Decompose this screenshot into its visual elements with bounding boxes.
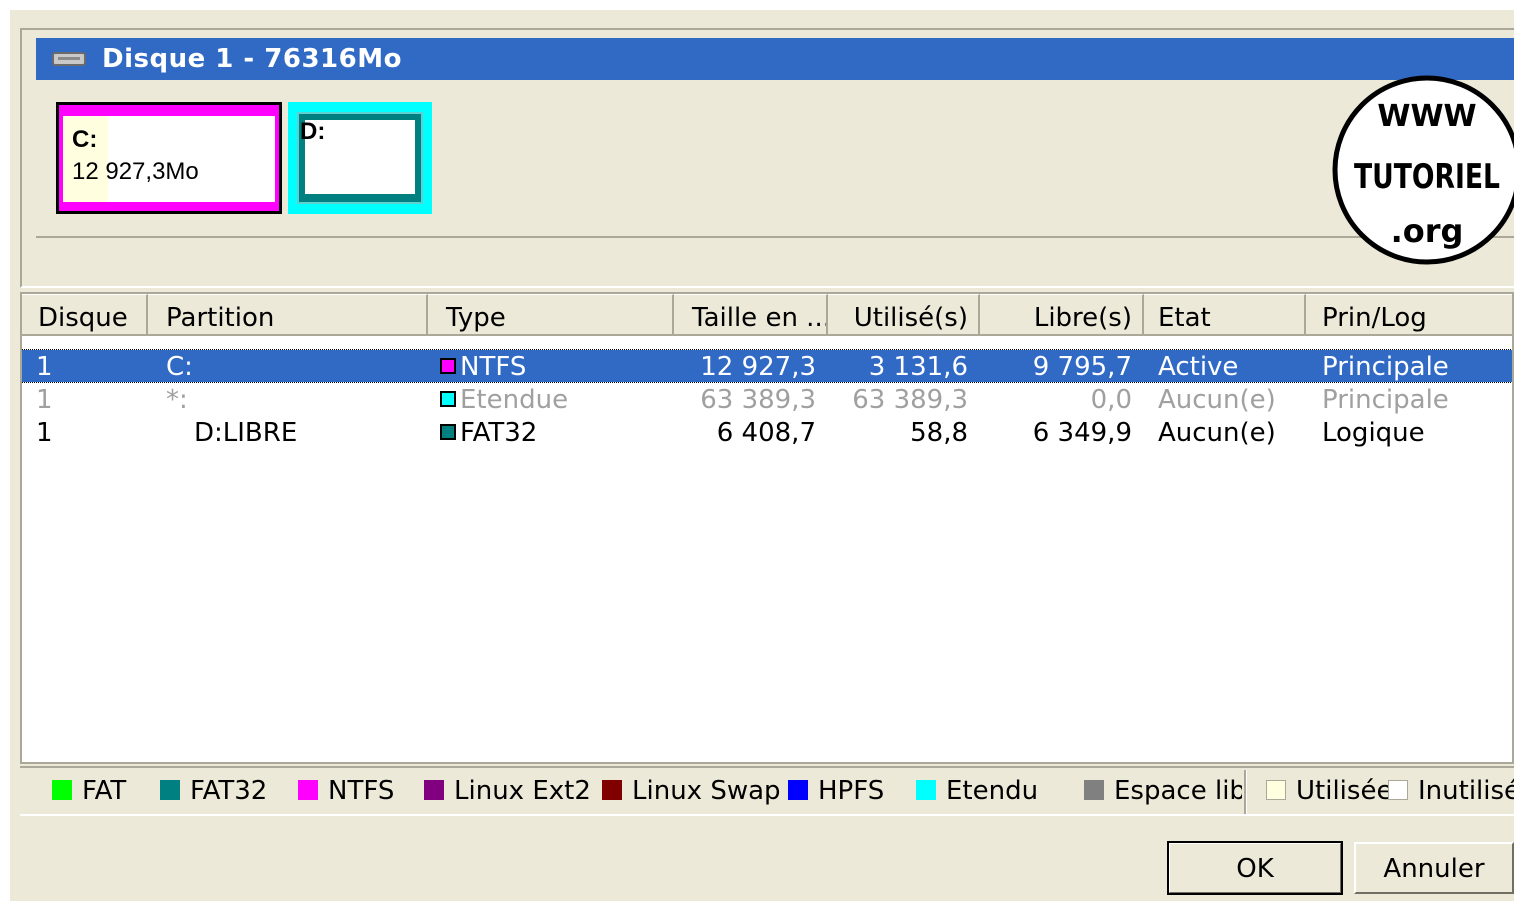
cell-type: Etendue (440, 385, 568, 415)
cell-taille: 63 389,3 (700, 385, 816, 415)
cell-prinlog: Logique (1322, 418, 1425, 448)
disk-partition-map: C: 12 927,3Mo D: (36, 80, 1514, 238)
disk-map-panel: Disque 1 - 76316Mo C: 12 927,3Mo D: (20, 28, 1514, 288)
cell-etat: Active (1158, 352, 1239, 382)
legend-divider (1244, 770, 1247, 814)
legend-item-unused: Inutilisée (1388, 776, 1514, 806)
cell-utilise: 58,8 (910, 418, 968, 448)
column-header-type[interactable]: Type (428, 294, 674, 336)
type-color-swatch (440, 357, 456, 374)
cell-type: FAT32 (440, 418, 537, 448)
cell-disque: 1 (36, 352, 53, 382)
legend-item-fat32: FAT32 (160, 776, 267, 806)
cell-etat: Aucun(e) (1158, 418, 1276, 448)
table-row[interactable]: 1 *: Etendue 63 389,3 63 389,3 0,0 Aucun… (22, 383, 1512, 415)
cell-prinlog: Principale (1322, 352, 1449, 382)
column-header-taille[interactable]: Taille en ... (674, 294, 828, 336)
cell-taille: 12 927,3 (700, 352, 816, 382)
column-header-partition[interactable]: Partition (148, 294, 428, 336)
cell-partition: C: (166, 352, 193, 382)
cell-etat: Aucun(e) (1158, 385, 1276, 415)
partition-letter: C: (72, 126, 98, 153)
linux-ext2-color-swatch (424, 779, 444, 800)
legend-item-free-space: Espace libr (1084, 776, 1242, 806)
column-header-libre[interactable]: Libre(s) (980, 294, 1144, 336)
table-row[interactable]: 1 D:LIBRE FAT32 6 408,7 58,8 6 349,9 Auc… (22, 416, 1512, 448)
partition-block-c[interactable]: C: 12 927,3Mo (56, 102, 282, 214)
cell-utilise: 63 389,3 (852, 385, 968, 415)
partition-list[interactable]: Disque Partition Type Taille en ... Util… (20, 292, 1514, 764)
cell-utilise: 3 131,6 (868, 352, 968, 382)
partition-block-d[interactable]: D: (288, 102, 432, 214)
disk-header: Disque 1 - 76316Mo (36, 38, 1514, 80)
cancel-button[interactable]: Annuler (1354, 842, 1514, 894)
unused-color-swatch (1388, 779, 1408, 800)
type-color-swatch (440, 390, 456, 407)
disk-title: Disque 1 - 76316Mo (102, 44, 402, 74)
column-header-utilise[interactable]: Utilisé(s) (828, 294, 980, 336)
legend-item-hpfs: HPFS (788, 776, 884, 806)
cell-partition: *: (166, 385, 188, 415)
table-row[interactable]: 1 C: NTFS 12 927,3 3 131,6 9 795,7 Activ… (22, 349, 1512, 383)
cell-libre: 0,0 (1090, 385, 1132, 415)
partition-size: 12 927,3Mo (72, 158, 199, 185)
legend-item-fat: FAT (52, 776, 126, 806)
cell-disque: 1 (36, 385, 53, 415)
hard-disk-icon (52, 52, 86, 66)
etendu-color-swatch (916, 779, 936, 800)
tutoriel-watermark-logo: WWW TUTORIEL .org (1332, 75, 1514, 265)
svg-text:WWW: WWW (1377, 99, 1476, 134)
partition-letter: D: (300, 118, 326, 145)
column-header-disque[interactable]: Disque (22, 294, 148, 336)
cell-partition: D:LIBRE (194, 418, 298, 448)
svg-text:TUTORIEL: TUTORIEL (1354, 157, 1500, 197)
type-color-swatch (440, 423, 456, 440)
column-header-prinlog[interactable]: Prin/Log (1306, 294, 1512, 336)
legend-item-linux-swap: Linux Swap (602, 776, 781, 806)
cell-type: NTFS (440, 352, 526, 382)
fat-color-swatch (52, 779, 72, 800)
linux-swap-color-swatch (602, 779, 622, 800)
used-color-swatch (1266, 779, 1286, 800)
free-space-color-swatch (1084, 779, 1104, 800)
cell-taille: 6 408,7 (716, 418, 816, 448)
column-header-etat[interactable]: Etat (1144, 294, 1306, 336)
filesystem-legend: FAT FAT32 NTFS Linux Ext2 Linux Swap HPF… (20, 766, 1514, 816)
legend-item-used: Utilisée (1266, 776, 1392, 806)
hpfs-color-swatch (788, 779, 808, 800)
cell-disque: 1 (36, 418, 53, 448)
svg-text:.org: .org (1391, 212, 1464, 250)
ok-button[interactable]: OK (1167, 841, 1343, 895)
legend-item-linux-ext2: Linux Ext2 (424, 776, 591, 806)
partition-dialog: Disque 1 - 76316Mo C: 12 927,3Mo D: Disq… (10, 10, 1514, 901)
cell-libre: 6 349,9 (1032, 418, 1132, 448)
ntfs-color-swatch (298, 779, 318, 800)
legend-item-etendu: Etendu (916, 776, 1038, 806)
legend-item-ntfs: NTFS (298, 776, 394, 806)
fat32-color-swatch (160, 779, 180, 800)
cell-prinlog: Principale (1322, 385, 1449, 415)
cell-libre: 9 795,7 (1032, 352, 1132, 382)
